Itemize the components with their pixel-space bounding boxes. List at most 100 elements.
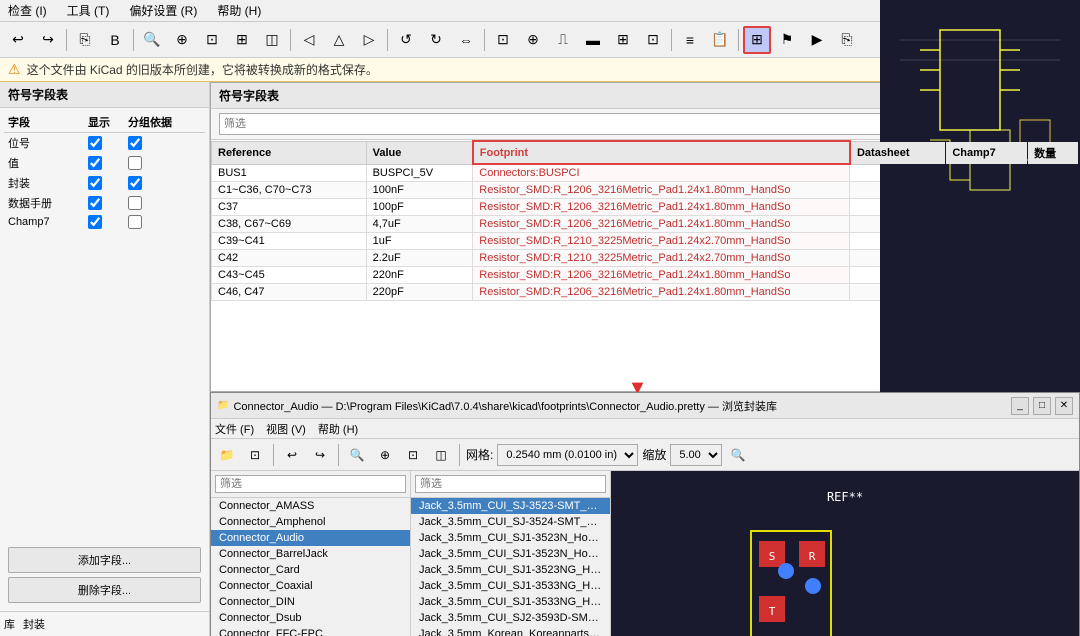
zoom-select-btn[interactable]: ⊞ <box>228 26 256 54</box>
rotate-ccw-btn[interactable]: ↺ <box>392 26 420 54</box>
fp-menu-help[interactable]: 帮助 (H) <box>318 421 358 437</box>
cell-footprint[interactable]: Resistor_SMD:R_1210_3225Metric_Pad1.24x2… <box>473 250 850 267</box>
col-header-footprint[interactable]: Footprint <box>473 141 850 164</box>
library-item[interactable]: Connector_DIN <box>211 594 410 610</box>
footprint-item[interactable]: Jack_3.5mm_CUI_SJ-3524-SMT_Horizo... <box>411 514 610 530</box>
bus-btn[interactable]: ▬ <box>579 26 607 54</box>
field-display-datasheet[interactable] <box>88 196 102 210</box>
library-item[interactable]: Connector_Coaxial <box>211 578 410 594</box>
nav-left-btn[interactable]: ◁ <box>295 26 323 54</box>
component-btn[interactable]: ⊡ <box>489 26 517 54</box>
format-btn[interactable]: B <box>101 26 129 54</box>
cell-footprint[interactable]: Resistor_SMD:R_1206_3216Metric_Pad1.24x1… <box>473 267 850 284</box>
cell-footprint[interactable]: Resistor_SMD:R_1206_3216Metric_Pad1.24x1… <box>473 182 850 199</box>
cell-value: BUSPCI_5V <box>366 164 473 182</box>
hiearchical-btn[interactable]: ⊡ <box>639 26 667 54</box>
footprint-item[interactable]: Jack_3.5mm_Korean_KoreanpartsElec_PJ-3..… <box>411 626 610 636</box>
library-item[interactable]: Connector_BarrelJack <box>211 546 410 562</box>
simulate-btn[interactable]: ▶ <box>803 26 831 54</box>
cell-footprint[interactable]: Connectors:BUSPCI <box>473 164 850 182</box>
fp-menu-file[interactable]: 文件 (F) <box>215 421 254 437</box>
fp-fp-list[interactable]: Jack_3.5mm_CUI_SJ-3523-SMT_Horizo...Jack… <box>411 498 610 636</box>
fp-tool-1[interactable]: 📁 <box>215 443 239 467</box>
cell-footprint[interactable]: Resistor_SMD:R_1206_3216Metric_Pad1.24x1… <box>473 284 850 301</box>
field-group-footprint[interactable] <box>128 176 142 190</box>
col-header-value[interactable]: Value <box>366 141 473 164</box>
field-group-champ7[interactable] <box>128 215 142 229</box>
field-display-value[interactable] <box>88 156 102 170</box>
fp-zoom-out[interactable]: 🔍 <box>345 443 369 467</box>
footprint-item[interactable]: Jack_3.5mm_CUI_SJ1-3533NG_Horizon... <box>411 578 610 594</box>
dialog-search-input[interactable] <box>219 113 954 135</box>
field-display-footprint[interactable] <box>88 176 102 190</box>
footprint-item[interactable]: Jack_3.5mm_CUI_SJ2-3593D-SMT_Hor... <box>411 610 610 626</box>
add-field-btn[interactable]: 添加字段... <box>8 547 201 573</box>
zoom-fit-btn[interactable]: ⊡ <box>198 26 226 54</box>
field-group-value[interactable] <box>128 156 142 170</box>
col-header-champ7[interactable]: Champ7 <box>946 141 1028 164</box>
erc-btn[interactable]: ⚑ <box>773 26 801 54</box>
fp-fp-search-input[interactable] <box>415 475 606 493</box>
nav-up-btn[interactable]: △ <box>325 26 353 54</box>
fp-tool-redo[interactable]: ↪ <box>308 443 332 467</box>
library-item[interactable]: Connector_FFC-FPC <box>211 626 410 636</box>
bom-btn[interactable]: 📋 <box>706 26 734 54</box>
zoom-in-btn[interactable]: ⊕ <box>168 26 196 54</box>
menu-item-prefs[interactable]: 偏好设置 (R) <box>125 1 201 20</box>
fp-lib-search-input[interactable] <box>215 475 406 493</box>
fp-tool-2[interactable]: ⊡ <box>243 443 267 467</box>
fp-minimize-btn[interactable]: _ <box>1011 397 1029 415</box>
library-item[interactable]: Connector_Amphenol <box>211 514 410 530</box>
library-item[interactable]: Connector_AMASS <box>211 498 410 514</box>
fp-lib-list[interactable]: Connector_AMASSConnector_AmphenolConnect… <box>211 498 410 636</box>
col-header-datasheet[interactable]: Datasheet <box>850 141 946 164</box>
menu-item-check[interactable]: 检查 (I) <box>4 1 51 20</box>
cell-footprint[interactable]: Resistor_SMD:R_1210_3225Metric_Pad1.24x2… <box>473 233 850 250</box>
fp-zoom-fit[interactable]: ⊡ <box>401 443 425 467</box>
redo-btn[interactable]: ↪ <box>34 26 62 54</box>
footprint-item[interactable]: Jack_3.5mm_CUI_SJ1-3523N_Horizontal... <box>411 546 610 562</box>
rotate-cw-btn[interactable]: ↻ <box>422 26 450 54</box>
fp-menu-view[interactable]: 视图 (V) <box>266 421 306 437</box>
fp-tool-undo[interactable]: ↩ <box>280 443 304 467</box>
cell-footprint[interactable]: Resistor_SMD:R_1206_3216Metric_Pad1.24x1… <box>473 199 850 216</box>
fp-close-btn[interactable]: ✕ <box>1055 397 1073 415</box>
nav-right-btn[interactable]: ▷ <box>355 26 383 54</box>
footprint-item[interactable]: Jack_3.5mm_CUI_SJ1-3523N_Horizontal <box>411 530 610 546</box>
col-header-qty[interactable]: 数量 <box>1028 141 1079 164</box>
footprint-item[interactable]: Jack_3.5mm_CUI_SJ1-3533NG_Horizo... <box>411 594 610 610</box>
menu-item-tools[interactable]: 工具 (T) <box>63 1 114 20</box>
field-display-champ7[interactable] <box>88 215 102 229</box>
script-btn[interactable]: ⎘ <box>833 26 861 54</box>
netflag-btn[interactable]: ⊞ <box>609 26 637 54</box>
fields-table-btn[interactable]: ⊞ <box>743 26 771 54</box>
mirror-btn[interactable]: ⇔ <box>452 26 480 54</box>
fp-zoom-in[interactable]: ⊕ <box>373 443 397 467</box>
place-btn[interactable]: ⊕ <box>519 26 547 54</box>
field-group-ref[interactable] <box>128 136 142 150</box>
wire-btn[interactable]: ⎍ <box>549 26 577 54</box>
library-item[interactable]: Connector_Audio <box>211 530 410 546</box>
library-item[interactable]: Connector_Dsub <box>211 610 410 626</box>
library-item[interactable]: Connector_Card <box>211 562 410 578</box>
footprint-item[interactable]: Jack_3.5mm_CUI_SJ1-3523NG_Horizon... <box>411 562 610 578</box>
zoom-out-btn[interactable]: 🔍 <box>138 26 166 54</box>
remove-field-btn[interactable]: 删除字段... <box>8 577 201 603</box>
col-header-ref[interactable]: Reference <box>212 141 367 164</box>
undo-btn[interactable]: ↩ <box>4 26 32 54</box>
fp-zoom-loupe[interactable]: 🔍 <box>726 443 750 467</box>
netlist-btn[interactable]: ≡ <box>676 26 704 54</box>
field-label-value: 值 <box>8 155 88 171</box>
fp-grid-select[interactable]: 0.2540 mm (0.0100 in) <box>497 444 638 466</box>
footprint-item[interactable]: Jack_3.5mm_CUI_SJ-3523-SMT_Horizo... <box>411 498 610 514</box>
field-group-datasheet[interactable] <box>128 196 142 210</box>
zoom-area-btn[interactable]: ◫ <box>258 26 286 54</box>
field-display-ref[interactable] <box>88 136 102 150</box>
copy-btn[interactable]: ⎘ <box>71 26 99 54</box>
fp-maximize-btn[interactable]: □ <box>1033 397 1051 415</box>
fp-zoom-select[interactable]: 5.00 <box>670 444 722 466</box>
fp-zoom-area[interactable]: ◫ <box>429 443 453 467</box>
menu-item-help[interactable]: 帮助 (H) <box>213 1 265 20</box>
field-label-champ7: Champ7 <box>8 216 88 228</box>
cell-footprint[interactable]: Resistor_SMD:R_1206_3216Metric_Pad1.24x1… <box>473 216 850 233</box>
